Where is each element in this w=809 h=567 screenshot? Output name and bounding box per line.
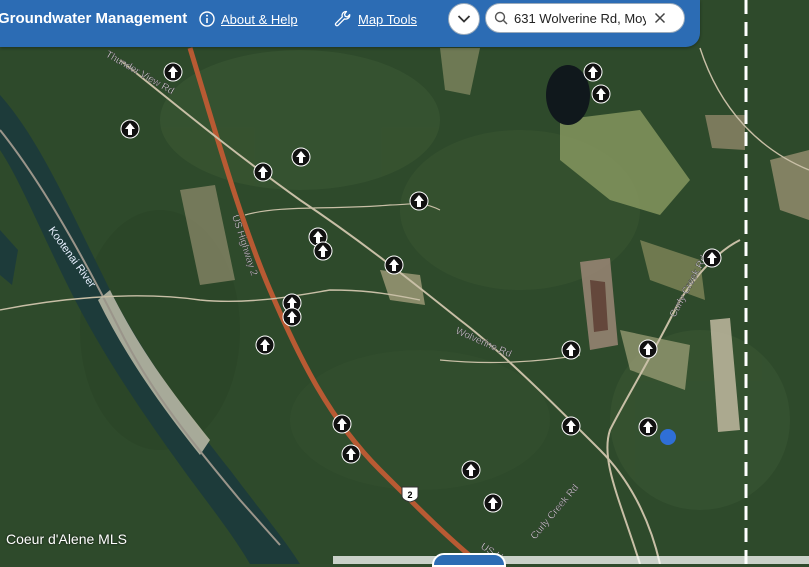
chevron-down-icon bbox=[457, 15, 471, 23]
well-marker-icon[interactable] bbox=[583, 62, 603, 82]
clear-search-button[interactable] bbox=[654, 12, 666, 24]
map-tools-link[interactable]: Map Tools bbox=[334, 9, 417, 29]
well-marker-icon[interactable] bbox=[253, 162, 273, 182]
app-header: Groundwater Management About & Help Map … bbox=[0, 0, 700, 47]
well-marker-icon[interactable] bbox=[409, 191, 429, 211]
well-marker-icon[interactable] bbox=[255, 335, 275, 355]
address-search[interactable] bbox=[485, 3, 685, 33]
well-marker-icon[interactable] bbox=[163, 62, 183, 82]
about-help-link[interactable]: About & Help bbox=[199, 9, 298, 29]
info-icon bbox=[199, 11, 215, 27]
well-marker-icon[interactable] bbox=[702, 248, 722, 268]
attribution-bar bbox=[333, 556, 809, 564]
well-marker-icon[interactable] bbox=[561, 416, 581, 436]
svg-text:2: 2 bbox=[407, 490, 412, 500]
well-marker-icon[interactable] bbox=[461, 460, 481, 480]
search-icon bbox=[494, 11, 508, 25]
well-marker-icon[interactable] bbox=[282, 307, 302, 327]
selected-location-marker[interactable] bbox=[660, 429, 676, 445]
close-icon bbox=[654, 12, 666, 24]
well-marker-icon[interactable] bbox=[591, 84, 611, 104]
well-marker-icon[interactable] bbox=[384, 255, 404, 275]
map-credit: Coeur d'Alene MLS bbox=[6, 531, 127, 547]
bottom-panel-handle[interactable] bbox=[432, 553, 506, 567]
well-marker-icon[interactable] bbox=[291, 147, 311, 167]
about-help-label: About & Help bbox=[221, 11, 298, 27]
well-marker-icon[interactable] bbox=[313, 241, 333, 261]
well-marker-icon[interactable] bbox=[341, 444, 361, 464]
map-canvas[interactable]: Thunder View Rd US Highway 2 US H Wolver… bbox=[0, 0, 809, 564]
route-shield-icon: 2 bbox=[401, 486, 419, 503]
app-title: Groundwater Management bbox=[0, 10, 188, 27]
well-marker-icon[interactable] bbox=[120, 119, 140, 139]
wrench-icon bbox=[334, 10, 351, 27]
well-marker-icon[interactable] bbox=[638, 417, 658, 437]
map-tools-label: Map Tools bbox=[358, 11, 418, 27]
expand-button[interactable] bbox=[448, 3, 480, 35]
well-marker-icon[interactable] bbox=[561, 340, 581, 360]
well-marker-icon[interactable] bbox=[332, 414, 352, 434]
well-marker-icon[interactable] bbox=[638, 339, 658, 359]
well-marker-icon[interactable] bbox=[483, 493, 503, 513]
search-input[interactable] bbox=[514, 10, 646, 26]
pond bbox=[546, 65, 590, 125]
